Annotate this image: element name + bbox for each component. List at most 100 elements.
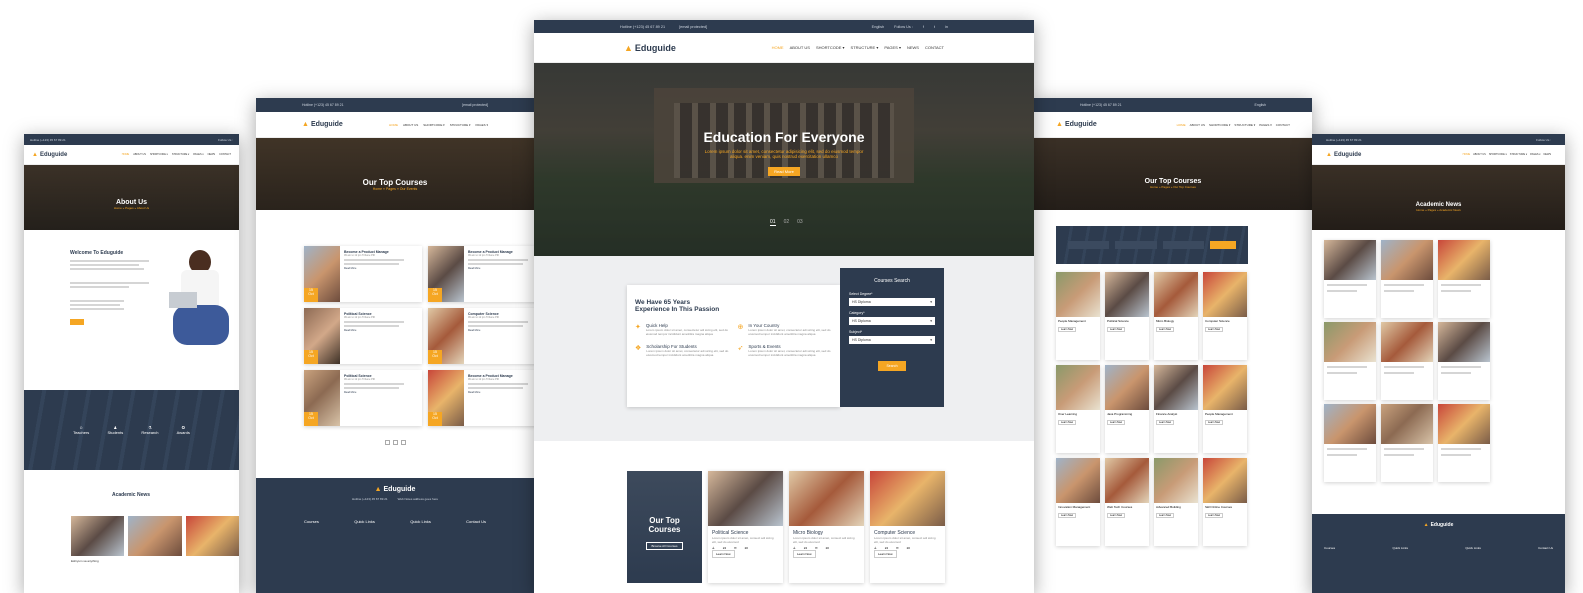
slide-indicator[interactable]: 03 (797, 219, 803, 226)
learn-now-button[interactable]: Learn Now (712, 550, 735, 558)
logo[interactable]: ▲ Eduguide (1056, 121, 1097, 128)
page-dot[interactable] (384, 440, 390, 445)
event-card[interactable]: 15 Oct Become a Product Manage 09 am to 12… (304, 246, 422, 302)
news-card[interactable] (1381, 322, 1433, 400)
nav-item-home[interactable]: HOME (1463, 153, 1471, 156)
read-more-link[interactable]: Read More (344, 391, 404, 394)
nav-item-pages[interactable]: PAGES ▾ (1259, 123, 1271, 127)
nav-item-pages[interactable]: PAGES ▾ (193, 153, 203, 156)
degree-select[interactable]: HS Diploma ▾ (849, 298, 935, 306)
course-card[interactable]: Web Tech Courses Learn Now (1105, 458, 1149, 546)
nav-item-shortcode[interactable]: SHORTCODE ▾ (150, 153, 168, 156)
news-card[interactable] (1381, 240, 1433, 318)
nav-item-news[interactable]: NEWS (907, 45, 919, 50)
read-more-button[interactable] (70, 319, 84, 325)
learn-now-button[interactable]: Learn Now (1156, 513, 1174, 518)
filter-input[interactable] (1115, 241, 1157, 249)
read-more-link[interactable]: Read More (344, 267, 404, 270)
course-card[interactable]: Skill Online Courses Learn Now (1203, 458, 1247, 546)
nav-item-structure[interactable]: STRUCTURE ▾ (851, 45, 879, 50)
twitter-icon[interactable]: t (934, 25, 935, 29)
nav-item-home[interactable]: HOME (772, 45, 784, 50)
linkedin-icon[interactable]: in (945, 25, 948, 29)
nav-item-about[interactable]: ABOUT US (1473, 153, 1486, 156)
learn-now-button[interactable]: Learn Now (1107, 420, 1125, 425)
read-more-link[interactable]: Read More (468, 391, 528, 394)
nav-item-shortcode[interactable]: SHORTCODE ▾ (1489, 153, 1507, 156)
nav-item-news[interactable]: NEWS (1544, 153, 1552, 156)
language-select[interactable]: English (1255, 103, 1266, 107)
filter-input[interactable] (1162, 241, 1205, 249)
learn-now-button[interactable]: Learn Now (1205, 327, 1223, 332)
slide-indicator-active[interactable]: 01 (770, 219, 776, 226)
event-card[interactable]: 15 Oct Political Science 09 am to 12 pm Tr… (304, 370, 422, 426)
nav-item-structure[interactable]: STRUCTURE ▾ (1234, 123, 1255, 127)
news-card[interactable] (1324, 240, 1376, 318)
nav-item-about[interactable]: ABOUT US (1190, 123, 1205, 127)
hero-read-more-button[interactable]: Read More (768, 167, 800, 176)
learn-now-button[interactable]: Learn Now (793, 550, 816, 558)
nav-item-pages[interactable]: PAGES ▾ (476, 123, 488, 127)
nav-item-about[interactable]: ABOUT US (790, 45, 810, 50)
learn-now-button[interactable]: Learn Now (1205, 420, 1223, 425)
page-dot[interactable] (400, 440, 406, 445)
nav-item-home[interactable]: HOME (122, 153, 130, 156)
learn-now-button[interactable]: Learn Now (1107, 513, 1125, 518)
logo[interactable]: ▲ Eduguide (1326, 152, 1361, 158)
slide-indicator[interactable]: 02 (784, 219, 790, 226)
learn-now-button[interactable]: Learn Now (1058, 420, 1076, 425)
nav-item-home[interactable]: HOME (1177, 123, 1186, 127)
news-card[interactable] (1324, 404, 1376, 482)
learn-now-button[interactable]: Learn Now (1205, 513, 1223, 518)
course-card[interactable]: Political Science Learn Now (1105, 272, 1149, 360)
learn-now-button[interactable]: Learn Now (1058, 513, 1076, 518)
language-select[interactable]: English (872, 25, 884, 29)
nav-item-structure[interactable]: STRUCTURE ▾ (172, 153, 189, 156)
course-card[interactable]: Innovation Management Learn Now (1056, 458, 1100, 546)
nav-item-pages[interactable]: PAGES ▾ (884, 45, 901, 50)
event-card[interactable]: 15 Oct Political Science 09 am to 12 pm Tr… (304, 308, 422, 364)
subject-select[interactable]: HS Diploma ▾ (849, 336, 935, 344)
nav-item-shortcode[interactable]: SHORTCODE ▾ (423, 123, 444, 127)
course-card[interactable]: Computer Science Learn Now (1203, 272, 1247, 360)
learn-now-button[interactable]: Learn Now (1058, 327, 1076, 332)
event-card[interactable]: 15 Oct Become a Product Manage 09 am to 12… (428, 370, 534, 426)
logo[interactable]: ▲ Eduguide (624, 43, 676, 53)
filter-input[interactable] (1068, 241, 1110, 249)
course-card[interactable]: People Management Learn Now (1056, 272, 1100, 360)
news-card[interactable] (1438, 240, 1490, 318)
learn-now-button[interactable]: Learn Now (1156, 327, 1174, 332)
nav-item-contact[interactable]: CONTACT (219, 153, 231, 156)
page-dot[interactable] (392, 440, 398, 445)
learn-now-button[interactable]: Learn Now (874, 550, 897, 558)
news-card[interactable] (1438, 322, 1490, 400)
nav-item-pages[interactable]: PAGES ▾ (1530, 153, 1540, 156)
nav-item-news[interactable]: NEWS (208, 153, 216, 156)
news-card[interactable] (1381, 404, 1433, 482)
nav-item-contact[interactable]: CONTACT (925, 45, 944, 50)
course-card[interactable]: Finance Analyst Learn Now (1154, 365, 1198, 453)
nav-item-shortcode[interactable]: SHORTCODE ▾ (816, 45, 845, 50)
nav-item-contact[interactable]: CONTACT (1276, 123, 1290, 127)
category-select[interactable]: HS Diploma ▾ (849, 317, 935, 325)
read-more-link[interactable]: Read More (468, 329, 528, 332)
event-card[interactable]: 15 Oct Become a Product Manage 09 am to 12… (428, 246, 534, 302)
nav-item-shortcode[interactable]: SHORTCODE ▾ (1209, 123, 1230, 127)
read-more-link[interactable]: Read More (344, 329, 404, 332)
nav-item-about[interactable]: ABOUT US (133, 153, 146, 156)
read-more-link[interactable]: Read More (468, 267, 528, 270)
logo[interactable]: ▲ Eduguide (302, 121, 343, 128)
course-card[interactable]: Advanced Building Learn Now (1154, 458, 1198, 546)
course-card[interactable]: Over Learning Learn Now (1056, 365, 1100, 453)
learn-now-button[interactable]: Learn Now (1156, 420, 1174, 425)
course-card[interactable]: Java Programming Learn Now (1105, 365, 1149, 453)
course-card[interactable]: Computer Science Lorem ipsum dolor sit a… (870, 471, 945, 583)
news-card[interactable] (1324, 322, 1376, 400)
facebook-icon[interactable]: f (923, 25, 924, 29)
nav-item-home[interactable]: HOME (389, 123, 398, 127)
nav-item-about[interactable]: ABOUT US (403, 123, 418, 127)
logo[interactable]: ▲ Eduguide (32, 152, 67, 158)
event-card[interactable]: 15 Oct Computer Science 09 am to 12 pm Tri… (428, 308, 534, 364)
browse-all-button[interactable]: Browse All Courses (646, 542, 683, 550)
course-card[interactable]: Micro Biology Lorem ipsum dolor sit amet… (789, 471, 864, 583)
